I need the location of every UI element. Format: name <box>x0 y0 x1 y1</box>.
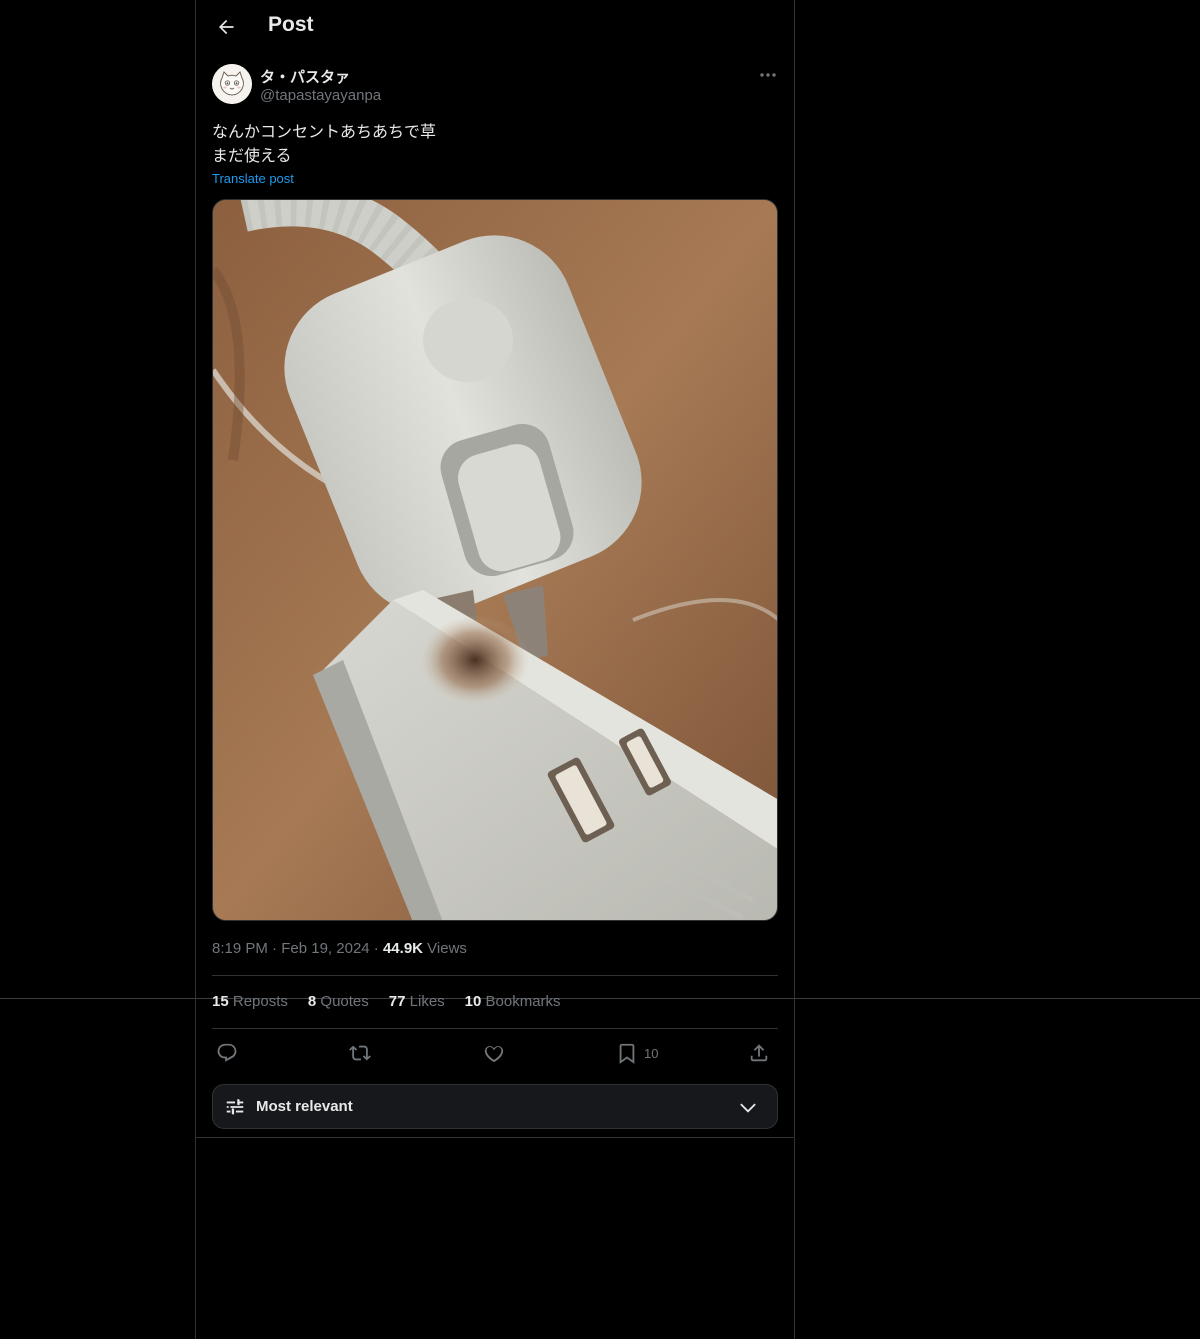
translate-post-link[interactable]: Translate post <box>212 171 294 186</box>
bookmarks-count: 10 <box>464 993 482 1010</box>
post-text-line: まだ使える <box>212 146 292 165</box>
quotes-label: Quotes <box>320 993 369 1010</box>
views-label: Views <box>427 940 467 957</box>
divider <box>212 975 778 976</box>
sort-label: Most relevant <box>256 1098 353 1115</box>
bookmarks-label: Bookmarks <box>485 993 561 1010</box>
reply-button[interactable] <box>216 1036 238 1070</box>
author-handle[interactable]: @tapastayayanpa <box>260 87 381 104</box>
post-photo[interactable] <box>212 199 778 921</box>
post-date[interactable]: Feb 19, 2024 <box>281 940 369 957</box>
reply-sort-dropdown[interactable]: Most relevant <box>212 1084 778 1129</box>
reposts-count: 15 <box>212 993 229 1010</box>
arrow-left-icon <box>219 19 234 35</box>
likes-label: Likes <box>409 993 445 1010</box>
power-strip-photo <box>213 200 777 920</box>
post-column: Post タ・パスタァ @tapastayayanpa なんかコンセントあちあち… <box>195 0 795 1339</box>
divider <box>196 1137 794 1138</box>
cat-avatar-icon <box>212 64 252 104</box>
heart-icon <box>484 1046 504 1063</box>
reposts-label: Reposts <box>232 993 288 1010</box>
repost-icon <box>349 1045 371 1061</box>
bookmarks-stat[interactable]: 10 Bookmarks <box>465 993 561 1010</box>
back-button[interactable] <box>208 9 244 45</box>
author-name[interactable]: タ・パスタァ <box>260 66 350 87</box>
avatar[interactable] <box>212 64 252 104</box>
meta-separator: · <box>373 940 379 957</box>
likes-stat[interactable]: 77 Likes <box>389 993 445 1010</box>
post-text: なんかコンセントあちあちで草 まだ使える <box>212 120 436 168</box>
chevron-down-icon <box>740 1103 756 1113</box>
share-icon <box>750 1044 768 1062</box>
meta-separator: · <box>272 940 278 957</box>
divider <box>212 1028 778 1029</box>
quotes-stat[interactable]: 8 Quotes <box>308 993 369 1010</box>
post-time[interactable]: 8:19 PM <box>212 940 268 957</box>
like-button[interactable] <box>483 1036 505 1070</box>
bookmark-icon <box>619 1043 635 1064</box>
repost-button[interactable] <box>349 1036 371 1070</box>
more-options-button[interactable] <box>756 65 780 85</box>
sliders-icon <box>226 1099 244 1115</box>
engagement-stats: 15 Reposts 8 Quotes 77 Likes 10 Bookmark… <box>212 993 561 1010</box>
action-bar: 10 <box>212 1036 778 1070</box>
post-meta: 8:19 PM · Feb 19, 2024 · 44.9K Views <box>212 940 467 957</box>
likes-count: 77 <box>388 993 406 1010</box>
reply-icon <box>217 1043 237 1062</box>
quotes-count: 8 <box>307 993 317 1010</box>
page-title: Post <box>268 13 314 36</box>
views-count: 44.9K <box>382 940 423 957</box>
post-text-line: なんかコンセントあちあちで草 <box>212 122 437 141</box>
bookmark-button[interactable]: 10 <box>616 1036 658 1070</box>
more-dots-icon <box>760 73 776 77</box>
reposts-stat[interactable]: 15 Reposts <box>212 993 288 1010</box>
bookmark-count: 10 <box>644 1045 659 1061</box>
post-header: Post <box>196 0 794 54</box>
share-button[interactable] <box>748 1036 770 1070</box>
